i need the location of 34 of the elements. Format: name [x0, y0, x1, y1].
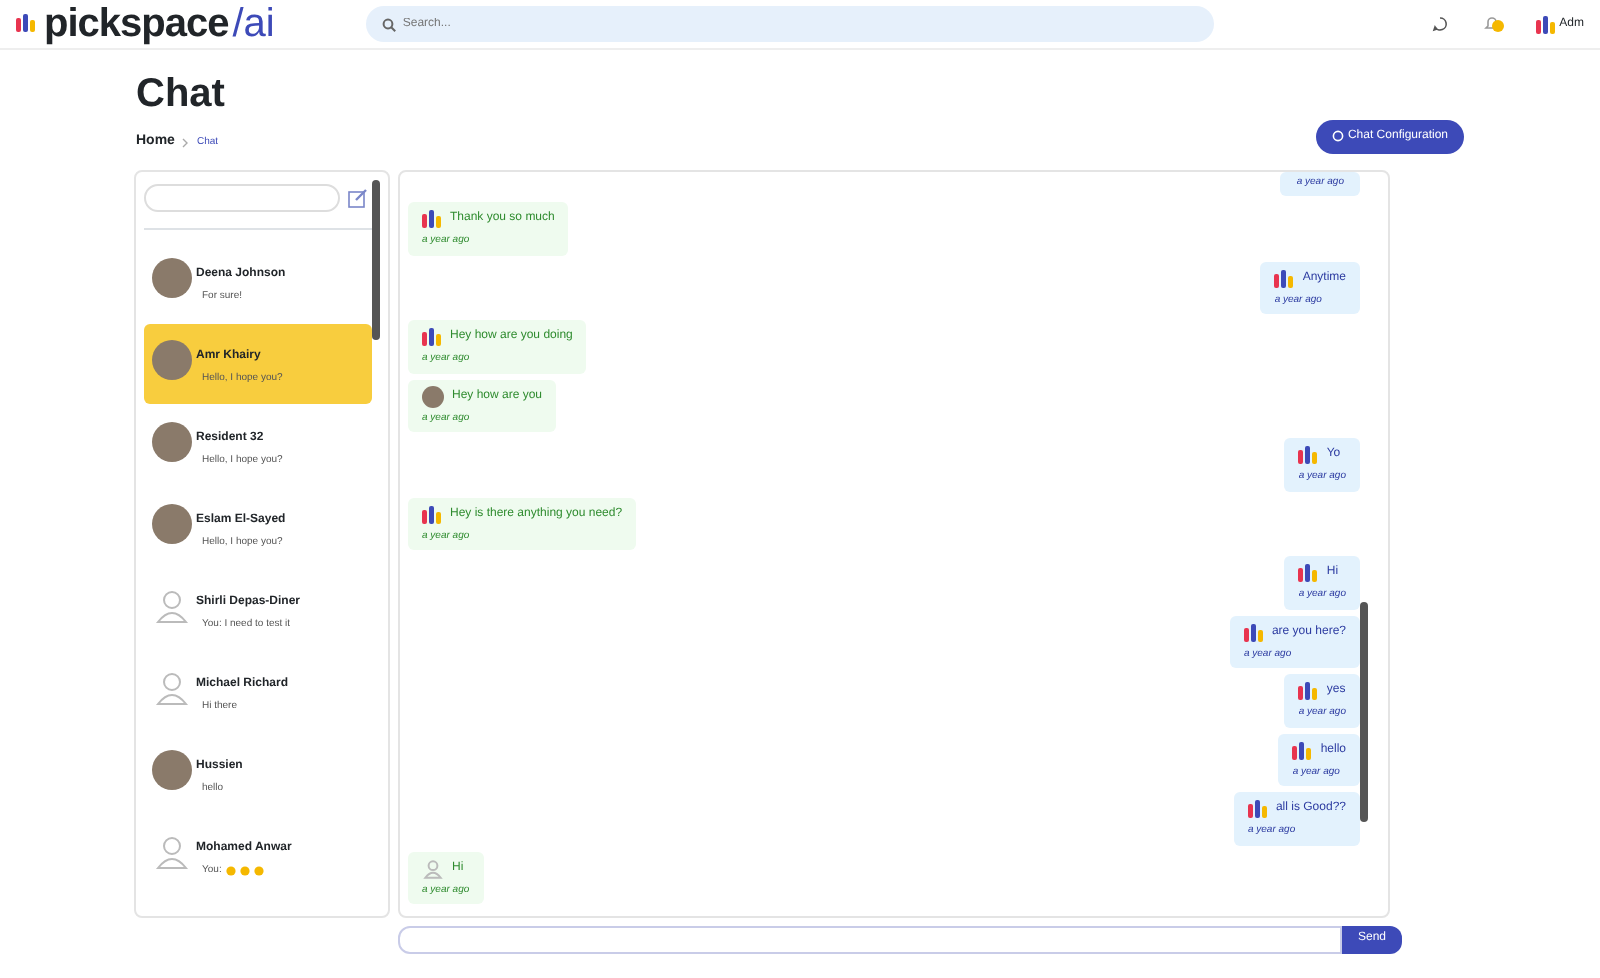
message-input[interactable]: [398, 925, 1342, 953]
search-icon: [382, 18, 397, 32]
photo-placeholder: [152, 339, 192, 379]
logo-icon: [422, 326, 442, 348]
person-icon: [152, 585, 192, 625]
logo-icon: [1298, 680, 1319, 702]
person-icon: [422, 857, 444, 879]
person-icon: [152, 831, 192, 871]
person-icon: [152, 667, 192, 707]
logo-icon: [422, 503, 442, 525]
brand-name: pickspace: [44, 4, 229, 44]
chevron-icon: [182, 137, 189, 148]
photo-placeholder: [422, 385, 444, 407]
compose-icon: [348, 187, 368, 207]
logo-icon: [1247, 798, 1268, 820]
photo-placeholder: [152, 257, 192, 297]
logo-icon: [16, 12, 40, 36]
page-title: Chat: [136, 74, 225, 114]
photo-placeholder: [152, 421, 192, 461]
scrollbar[interactable]: [1360, 601, 1368, 821]
logo-icon: [1243, 621, 1264, 643]
logo-icon: [422, 208, 442, 230]
bell-icon: [1483, 14, 1500, 33]
logo-icon: [1298, 444, 1319, 466]
photo-placeholder: [152, 749, 192, 789]
brand-suffix: /ai: [232, 4, 275, 44]
logo-icon: [1292, 739, 1313, 761]
logo-icon: [1535, 13, 1556, 35]
scrollbar[interactable]: [372, 179, 380, 339]
photo-placeholder: [152, 503, 192, 543]
circle-icon: [1331, 130, 1344, 142]
logo-icon: [1298, 562, 1319, 584]
contact-search-field[interactable]: [144, 183, 340, 211]
logo-icon: [1274, 267, 1295, 289]
